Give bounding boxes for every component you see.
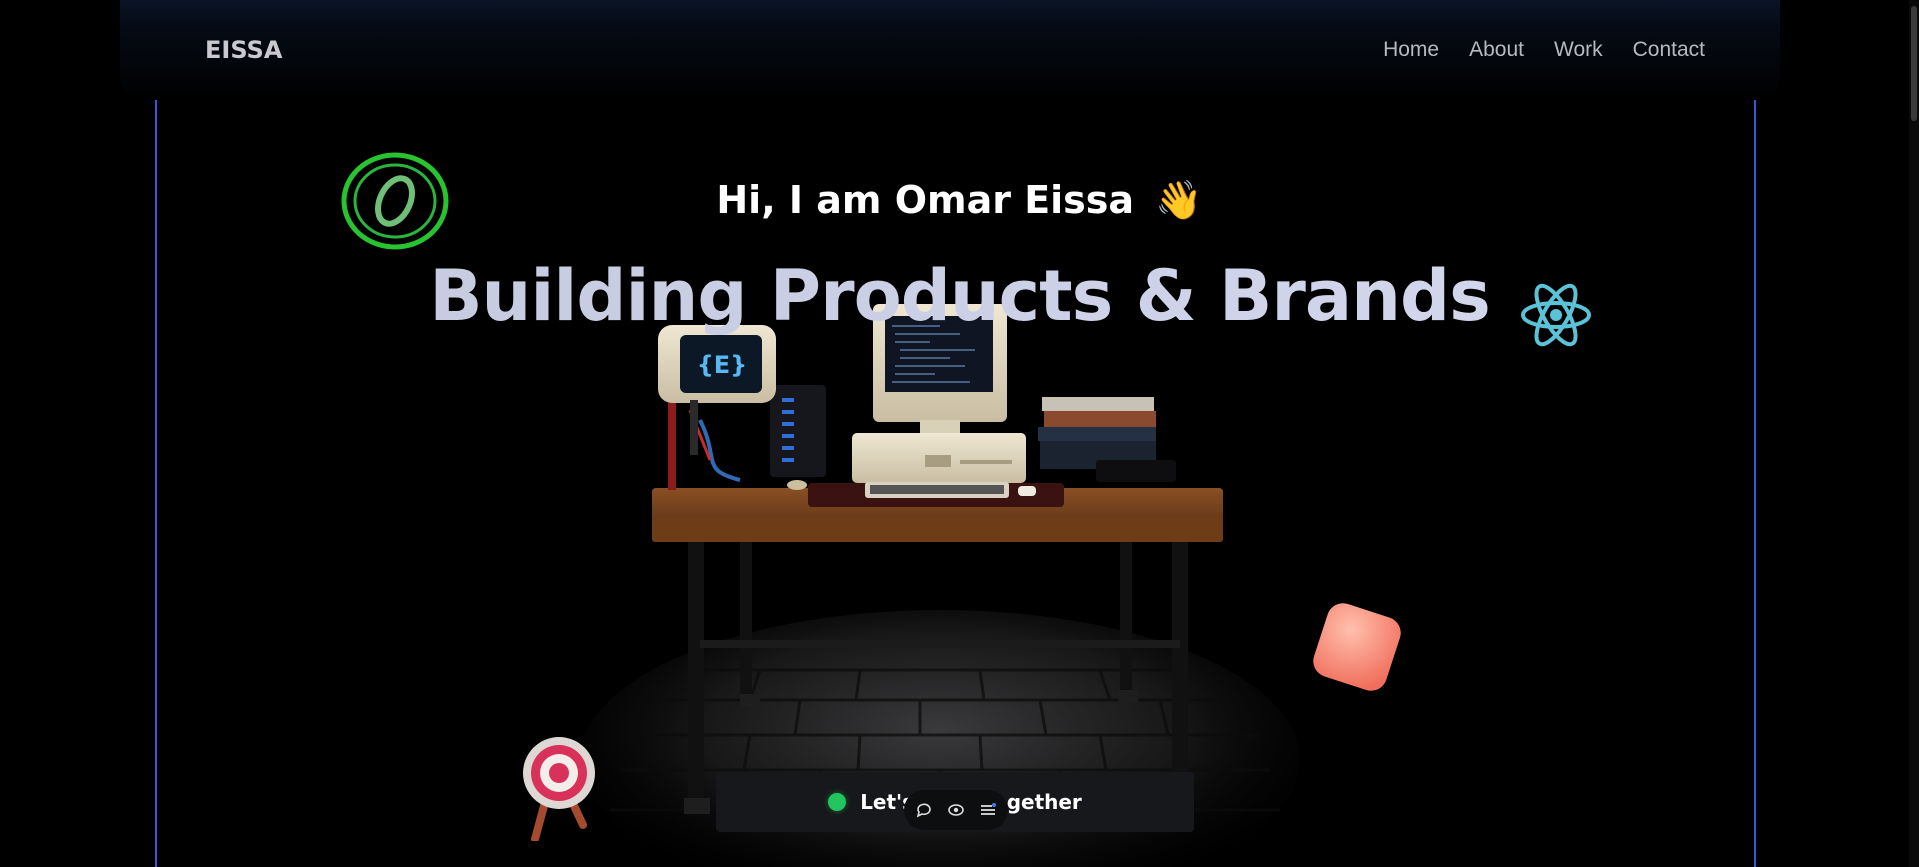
floating-dock	[904, 790, 1008, 830]
react-icon	[1521, 283, 1591, 347]
cables	[668, 400, 741, 490]
nav-link-about[interactable]: About	[1469, 38, 1524, 62]
nav-link-work[interactable]: Work	[1554, 38, 1603, 62]
desk-scene: {E}	[580, 304, 1300, 867]
target-icon	[523, 737, 595, 841]
coral-cube-icon	[1313, 603, 1401, 691]
site-logo[interactable]: EISSA	[205, 36, 282, 64]
nav-link-home[interactable]: Home	[1383, 38, 1439, 62]
page: EISSA Home About Work Contact {E} Hi, I …	[0, 0, 1919, 867]
chat-icon[interactable]	[914, 800, 934, 820]
top-nav: EISSA Home About Work Contact	[205, 30, 1705, 70]
menu-icon[interactable]	[978, 800, 998, 820]
usb-hub	[770, 385, 826, 477]
desk-top	[652, 488, 1223, 542]
small-monitor: {E}	[658, 325, 776, 455]
scrollbar-thumb[interactable]	[1911, 6, 1917, 121]
status-dot-icon	[828, 793, 847, 811]
page-scrollbar[interactable]	[1909, 0, 1919, 867]
eye-icon[interactable]	[946, 800, 966, 820]
green-ring-logo-icon	[341, 152, 449, 250]
hero-greeting: Hi, I am Omar Eissa 👋	[0, 178, 1919, 223]
book-stack	[1038, 397, 1176, 482]
nav-link-contact[interactable]: Contact	[1633, 38, 1705, 62]
greeting-text: Hi, I am Omar Eissa	[716, 178, 1135, 222]
nav-links: Home About Work Contact	[1383, 38, 1705, 62]
waving-hand-icon: 👋	[1155, 178, 1203, 222]
hero-headline: Building Products & Brands	[0, 255, 1919, 337]
monitor-badge-text: {E}	[697, 351, 748, 379]
keyboard	[787, 480, 1064, 507]
